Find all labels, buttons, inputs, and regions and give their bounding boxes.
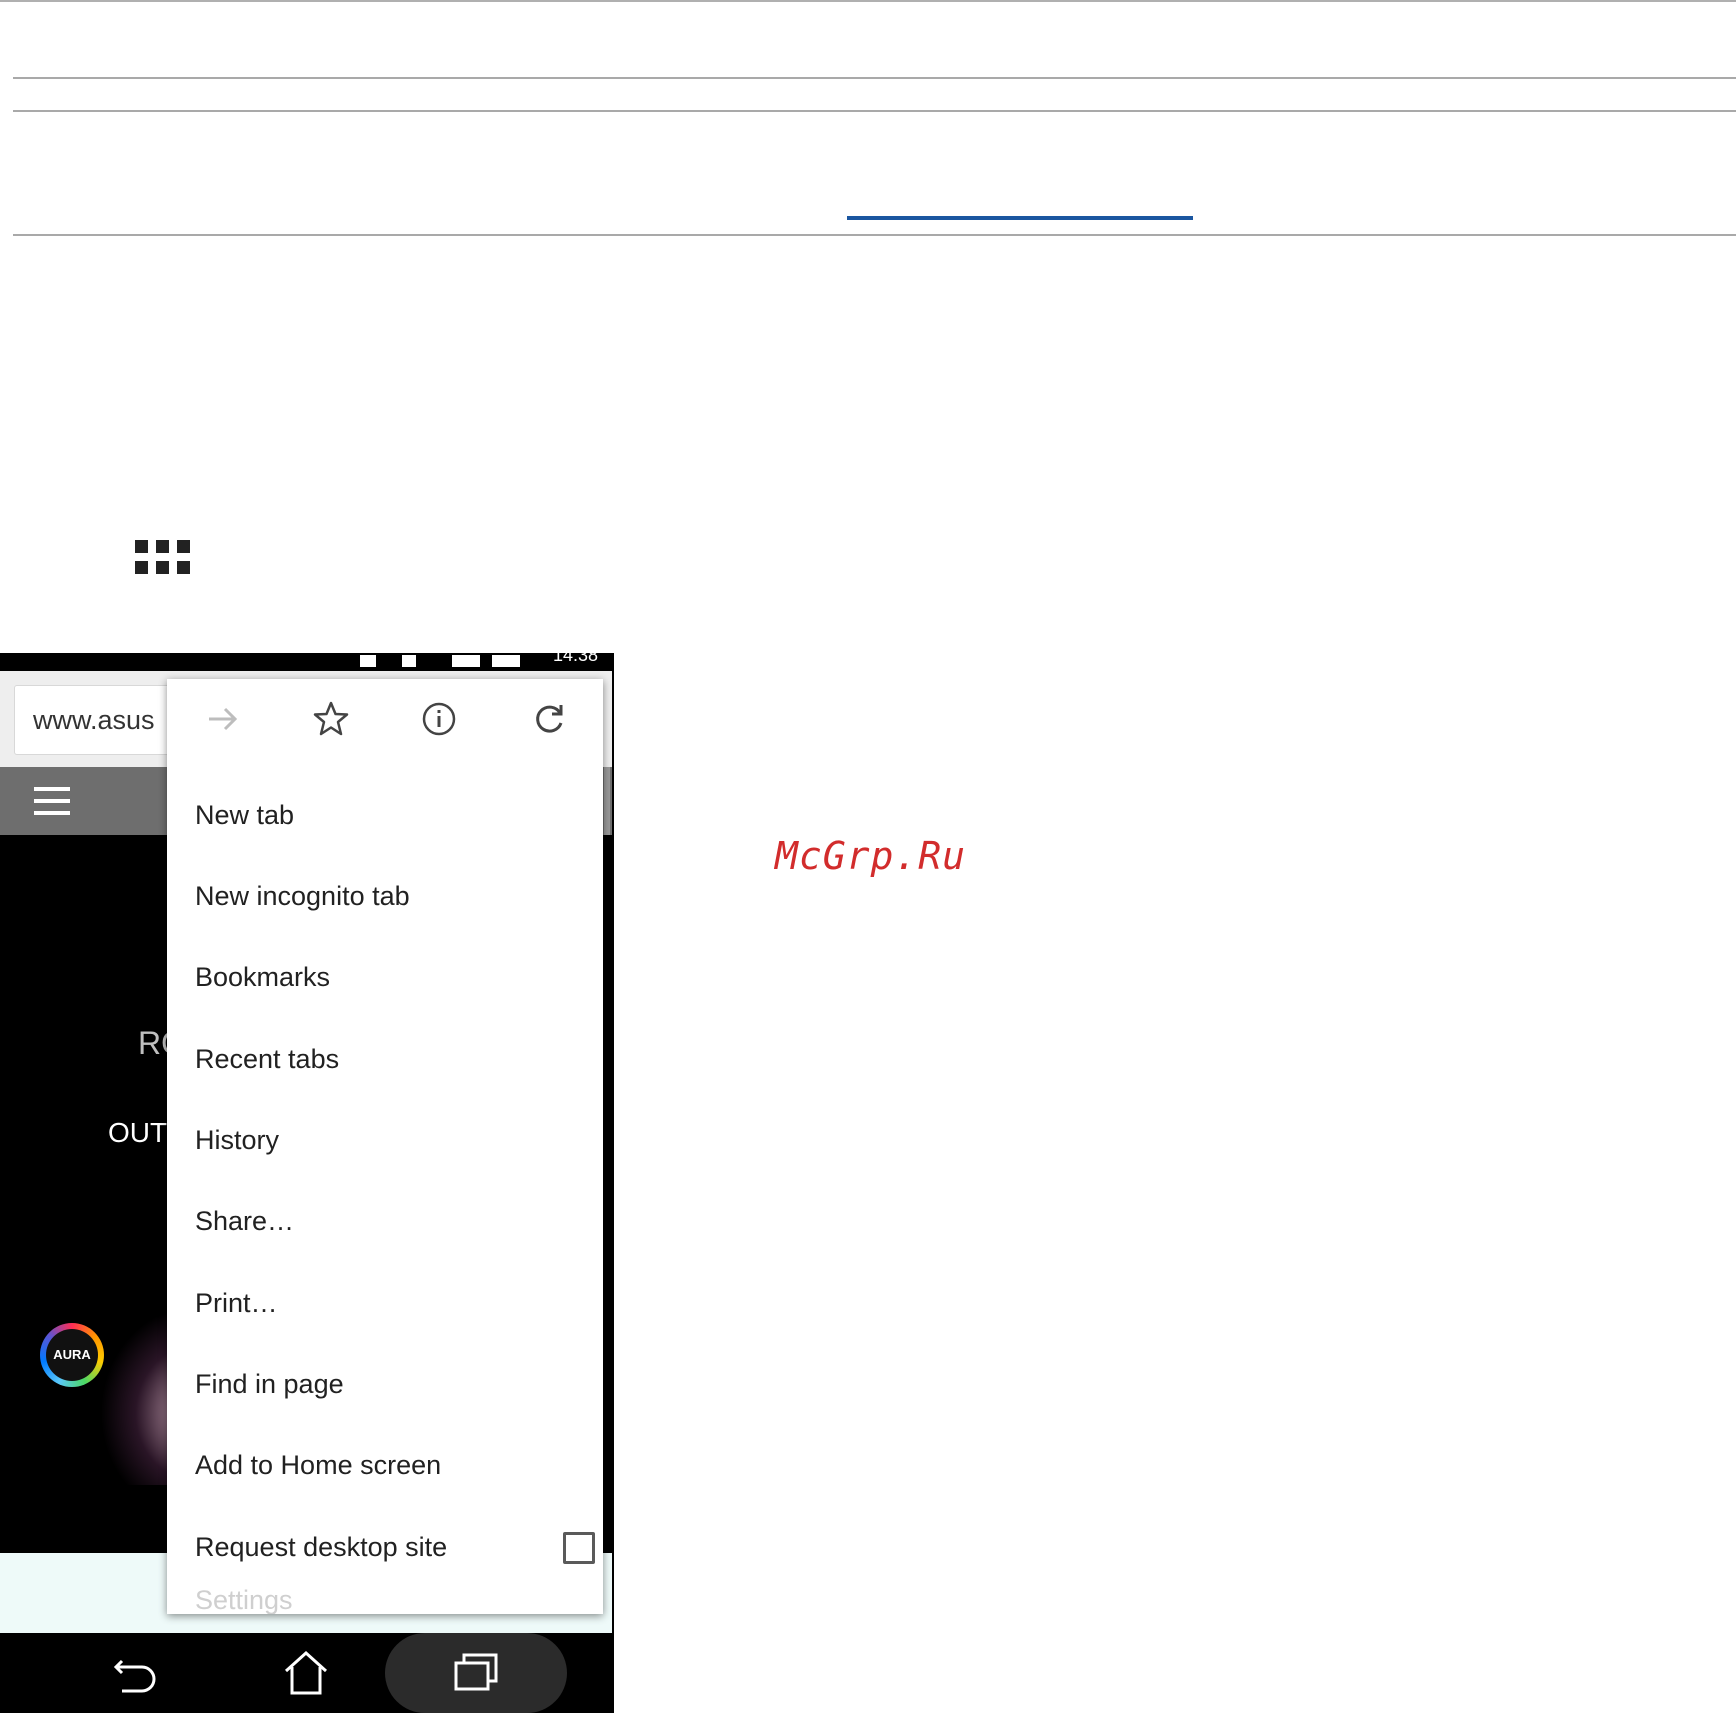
refresh-icon[interactable] <box>527 697 571 741</box>
android-nav-bar <box>0 1633 612 1713</box>
status-bar: 14:38 <box>0 653 612 671</box>
menu-item-new-incognito-tab[interactable]: New incognito tab <box>195 866 595 926</box>
status-time: 14:38 <box>552 653 598 665</box>
menu-item-label: Request desktop site <box>195 1532 448 1562</box>
forward-arrow-icon[interactable] <box>201 697 245 741</box>
overflow-menu: New tab New incognito tab Bookmarks Rece… <box>167 679 603 1614</box>
header-rule-2 <box>13 110 1736 112</box>
desktop-site-checkbox[interactable] <box>563 1532 595 1564</box>
battery-icon <box>492 655 520 667</box>
phone-screenshot: 14:38 www.asus RO OUTS AURA New tab New … <box>0 653 614 1713</box>
watermark: McGrp.Ru <box>775 834 967 878</box>
header-rule-3 <box>13 234 1736 236</box>
header-rule-1 <box>13 77 1736 79</box>
signal-icon <box>452 655 480 667</box>
scrollbar[interactable] <box>604 767 610 837</box>
menu-item-history[interactable]: History <box>195 1110 595 1170</box>
menu-icon-row <box>167 679 603 763</box>
menu-item-recent-tabs[interactable]: Recent tabs <box>195 1029 595 1089</box>
menu-item-print[interactable]: Print… <box>195 1273 595 1333</box>
menu-item-add-to-home-screen[interactable]: Add to Home screen <box>195 1435 595 1495</box>
aura-logo: AURA <box>40 1323 104 1387</box>
top-rule <box>0 0 1736 2</box>
menu-item-bookmarks[interactable]: Bookmarks <box>195 947 595 1007</box>
accent-underline <box>847 216 1193 220</box>
star-icon[interactable] <box>309 697 353 741</box>
hamburger-menu-icon[interactable] <box>34 787 70 815</box>
wifi-icon <box>402 655 416 667</box>
menu-item-find-in-page[interactable]: Find in page <box>195 1354 595 1414</box>
menu-item-settings-partial[interactable]: Settings <box>195 1585 293 1614</box>
info-icon[interactable] <box>417 697 461 741</box>
recent-apps-icon[interactable] <box>450 1647 502 1699</box>
aura-logo-text: AURA <box>46 1329 98 1381</box>
bluetooth-icon <box>360 655 376 667</box>
menu-item-request-desktop-site[interactable]: Request desktop site <box>195 1517 595 1577</box>
menu-item-new-tab[interactable]: New tab <box>195 785 595 845</box>
back-icon[interactable] <box>110 1647 162 1699</box>
all-apps-icon <box>135 540 191 575</box>
home-icon[interactable] <box>280 1647 332 1699</box>
menu-item-share[interactable]: Share… <box>195 1191 595 1251</box>
